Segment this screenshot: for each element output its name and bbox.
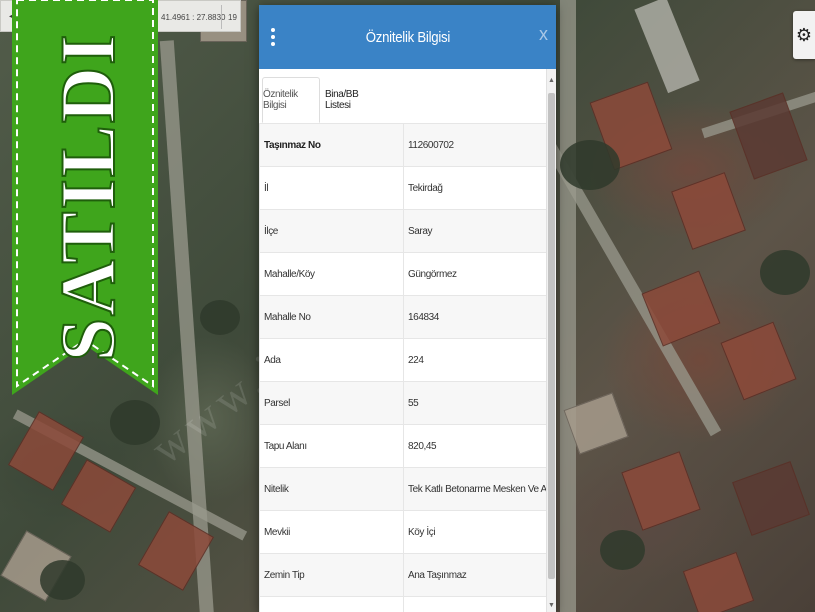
row-key: Tapu Alanı — [259, 424, 404, 468]
table-row: İlçe Saray — [259, 209, 547, 253]
table-row: İl Tekirdağ — [259, 166, 547, 210]
table-row: Mahalle No 164834 — [259, 295, 547, 339]
zoom-level: 19 — [228, 13, 237, 22]
tab-attribute-info[interactable]: Öznitelik Bilgisi — [262, 77, 320, 123]
sold-text: SATILDI — [44, 32, 131, 361]
attribute-info-dialog: Öznitelik Bilgisi x Öznitelik Bilgisi Bi… — [259, 5, 556, 612]
table-row: Parsel 55 — [259, 381, 547, 425]
table-row: Taşınmaz No 112600702 — [259, 123, 547, 167]
row-key: Mahalle/Köy — [259, 252, 404, 296]
kebab-menu-icon[interactable] — [270, 25, 276, 51]
row-key: İl — [259, 166, 404, 210]
dialog-title: Öznitelik Bilgisi — [365, 28, 450, 46]
row-key: Taşınmaz No — [259, 123, 404, 167]
row-key — [259, 596, 404, 612]
row-key: Parsel — [259, 381, 404, 425]
coordinate-readout: 41.4961 : 27.8830 — [161, 13, 226, 22]
row-key: Zemin Tip — [259, 553, 404, 597]
attribute-table-wrapper: Taşınmaz No 112600702 İl Tekirdağ İlçe S… — [259, 123, 547, 612]
table-row: Zemin Tip Ana Taşınmaz — [259, 553, 547, 597]
divider — [221, 5, 222, 29]
settings-button[interactable]: ⚙ — [793, 11, 815, 59]
dialog-header: Öznitelik Bilgisi x — [259, 5, 556, 69]
row-key: Ada — [259, 338, 404, 382]
row-key: Nitelik — [259, 467, 404, 511]
row-value: Saray — [403, 209, 547, 253]
close-button[interactable]: x — [539, 25, 548, 43]
row-value: Tekirdağ — [403, 166, 547, 210]
gear-icon: ⚙ — [795, 25, 813, 45]
table-row: Ada 224 — [259, 338, 547, 382]
scroll-up-icon[interactable]: ▲ — [547, 75, 556, 87]
table-row: Nitelik Tek Katlı Betonarme Mesken Ve Ar… — [259, 467, 547, 511]
attribute-table: Taşınmaz No 112600702 İl Tekirdağ İlçe S… — [259, 123, 547, 612]
table-row — [259, 596, 547, 612]
row-value: Güngörmez — [403, 252, 547, 296]
row-value: Köy İçi — [403, 510, 547, 554]
tab-building-list[interactable]: Bina/BB Listesi — [325, 77, 379, 123]
row-value: 55 — [403, 381, 547, 425]
scrollbar-thumb[interactable] — [548, 93, 555, 579]
row-key: İlçe — [259, 209, 404, 253]
table-row: Tapu Alanı 820,45 — [259, 424, 547, 468]
sold-banner: SATILDI — [12, 0, 158, 395]
sold-ribbon-shape: SATILDI — [12, 0, 158, 395]
row-value: 112600702 — [403, 123, 547, 167]
table-row: Mahalle/Köy Güngörmez — [259, 252, 547, 296]
row-value: 224 — [403, 338, 547, 382]
row-value — [403, 596, 547, 612]
row-value: 820,45 — [403, 424, 547, 468]
table-row: Mevkii Köy İçi — [259, 510, 547, 554]
scroll-down-icon[interactable]: ▼ — [547, 600, 556, 612]
dialog-tabs: Öznitelik Bilgisi Bina/BB Listesi — [259, 69, 556, 124]
row-value: Tek Katlı Betonarme Mesken Ve Arsası — [403, 467, 547, 511]
dialog-scrollbar[interactable]: ▲ ▼ — [546, 69, 556, 612]
row-value: Ana Taşınmaz — [403, 553, 547, 597]
row-key: Mevkii — [259, 510, 404, 554]
row-value: 164834 — [403, 295, 547, 339]
row-key: Mahalle No — [259, 295, 404, 339]
